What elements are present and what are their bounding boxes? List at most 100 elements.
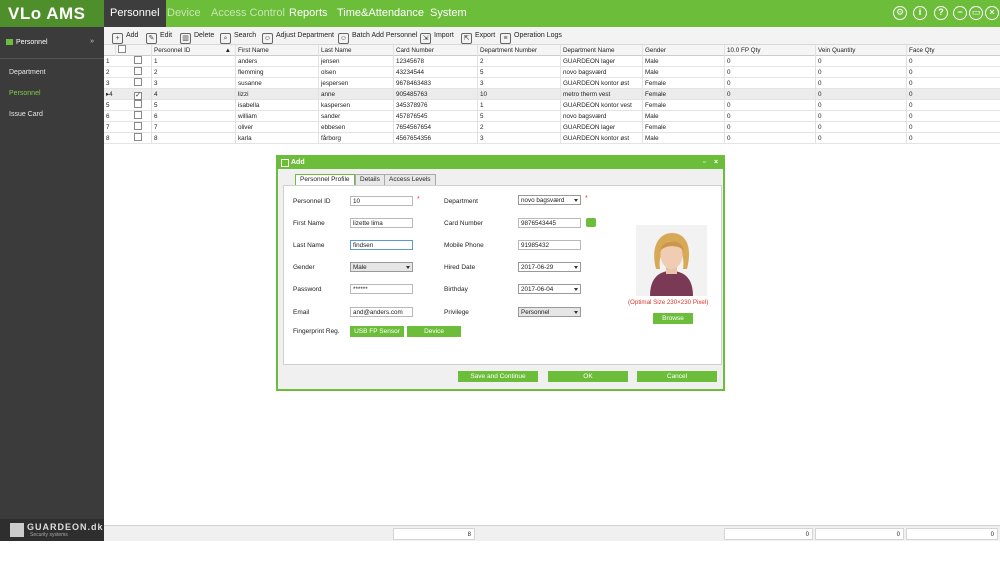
table-row[interactable]: 8 8 karla fårborg 4567654356 3 GUARDEON kontor… — [104, 133, 1000, 144]
col-gender[interactable]: Gender — [642, 45, 724, 56]
info-icon[interactable]: i — [913, 6, 927, 20]
col-personnel-id[interactable]: Personnel ID ▲ — [151, 45, 235, 56]
table-cell: anne — [318, 89, 393, 100]
app-logo-text: VLo AMS — [8, 4, 86, 23]
last-name-input[interactable]: findsen — [350, 240, 413, 250]
delete-button[interactable]: ▥ Delete — [180, 29, 214, 44]
tab-personnel-profile[interactable]: Personnel Profile — [295, 174, 355, 185]
menu-personnel[interactable]: Personnel — [104, 0, 166, 27]
card-number-input[interactable]: 9876543445 — [518, 218, 581, 228]
help-icon[interactable]: ? — [934, 6, 948, 20]
row-checkbox[interactable] — [134, 78, 142, 86]
save-and-continue-button[interactable]: Save and Continue — [458, 371, 538, 382]
row-checkbox[interactable] — [134, 100, 142, 108]
table-cell: 43234544 — [393, 67, 477, 78]
dialog-maximize-icon[interactable]: ▫ — [703, 157, 705, 169]
email-input[interactable]: and@anders.com — [350, 307, 413, 317]
password-input[interactable]: ****** — [350, 284, 413, 294]
privilege-select[interactable]: Personnel — [518, 307, 581, 317]
minimize-icon[interactable]: − — [953, 6, 967, 20]
menu-access-control[interactable]: Access Control — [211, 0, 285, 27]
sidebar-item-department[interactable]: Department — [0, 62, 104, 83]
table-row[interactable]: ▸4 ✓ 4 lizzi anne 905485763 10 metro therm vest… — [104, 89, 1000, 100]
operation-logs-button[interactable]: ≡ Operation Logs — [500, 29, 562, 44]
top-menu-bar: VLo AMS Personnel Device Access Control … — [0, 0, 1000, 27]
adjust-department-button[interactable]: ☺ Adjust Department — [262, 29, 334, 44]
table-row[interactable]: 6 6 william sander 457876545 5 novo bagsværd Ma… — [104, 111, 1000, 122]
hired-date-picker[interactable]: 2017-06-29 — [518, 262, 581, 272]
sidebar-item-issue-card[interactable]: Issue Card — [0, 104, 104, 125]
browse-button[interactable]: Browse — [653, 313, 693, 324]
usb-fp-sensor-button[interactable]: USB FP Sensor — [350, 326, 404, 337]
department-select[interactable]: novo bagsværd — [518, 195, 581, 205]
table-cell: 0 — [815, 133, 906, 144]
personnel-icon — [6, 39, 13, 45]
table-row[interactable]: 2 2 flemming olsen 43234544 5 novo bagsværd Mal… — [104, 67, 1000, 78]
gender-select[interactable]: Male — [350, 262, 413, 272]
col-first-name[interactable]: First Name — [235, 45, 318, 56]
col-face-qty[interactable]: Face Qty — [906, 45, 1000, 56]
edit-button[interactable]: ✎ Edit — [146, 29, 172, 44]
birthday-picker[interactable]: 2017-06-04 — [518, 284, 581, 294]
row-checkbox[interactable]: ✓ — [134, 92, 142, 100]
tab-access-levels[interactable]: Access Levels — [384, 174, 436, 185]
add-button[interactable]: + Add — [112, 29, 138, 44]
table-row[interactable]: 5 5 isabella kaspersen 345378976 1 GUARDEON ko… — [104, 100, 1000, 111]
dialog-close-icon[interactable]: × — [714, 157, 718, 169]
chevron-down-icon — [406, 266, 410, 269]
settings-icon[interactable]: ⚙ — [893, 6, 907, 20]
import-icon: ⇲ — [420, 33, 431, 44]
table-cell: 0 — [724, 89, 815, 100]
table-cell: 0 — [906, 89, 1000, 100]
row-checkbox[interactable] — [134, 56, 142, 64]
col-last-name[interactable]: Last Name — [318, 45, 393, 56]
table-cell: 10 — [477, 89, 560, 100]
sidebar-header[interactable]: Personnel » — [0, 27, 104, 59]
menu-time-attendance[interactable]: Time&Attendance — [337, 0, 424, 27]
table-cell: flemming — [235, 67, 318, 78]
row-checkbox[interactable] — [134, 67, 142, 75]
import-button[interactable]: ⇲ Import — [420, 29, 454, 44]
row-checkbox[interactable] — [134, 133, 142, 141]
row-number: 6 — [106, 113, 110, 120]
export-button[interactable]: ⇱ Export — [461, 29, 496, 44]
select-all-checkbox[interactable] — [118, 45, 126, 53]
col-department-name[interactable]: Department Name — [560, 45, 642, 56]
table-cell: 345378976 — [393, 100, 477, 111]
mobile-phone-input[interactable]: 91985432 — [518, 240, 581, 250]
sidebar-item-personnel[interactable]: Personnel — [0, 83, 104, 104]
first-name-input[interactable]: lizette lima — [350, 218, 413, 228]
table-cell: 6 — [151, 111, 235, 122]
tab-details[interactable]: Details — [355, 174, 385, 185]
col-department-number[interactable]: Department Number — [477, 45, 560, 56]
row-number: 3 — [106, 80, 110, 87]
cancel-button[interactable]: Cancel — [637, 371, 717, 382]
menu-reports[interactable]: Reports — [289, 0, 328, 27]
table-row[interactable]: 3 3 susanne jespersen 9678463483 3 GUARDEON ko… — [104, 78, 1000, 89]
row-checkbox[interactable] — [134, 111, 142, 119]
gender-label: Gender — [293, 264, 315, 271]
search-button[interactable]: ⌕ Search — [220, 29, 256, 44]
collapse-icon[interactable]: » — [90, 38, 94, 45]
menu-system[interactable]: System — [430, 0, 467, 27]
device-button[interactable]: Device — [407, 326, 461, 337]
restore-icon[interactable]: ▭ — [969, 6, 983, 20]
col-card-number[interactable]: Card Number — [393, 45, 477, 56]
table-cell: 0 — [815, 67, 906, 78]
password-label: Password — [293, 286, 322, 293]
table-cell: Female — [642, 78, 724, 89]
batch-add-button[interactable]: ☺ Batch Add Personnel — [338, 29, 417, 44]
card-reader-icon[interactable] — [586, 218, 596, 227]
personnel-id-input[interactable]: 10 — [350, 196, 413, 206]
export-label: Export — [475, 32, 496, 39]
required-mark: * — [585, 195, 588, 202]
table-row[interactable]: 7 7 oliver ebbesen 7654567654 2 GUARDEON lager… — [104, 122, 1000, 133]
table-row[interactable]: 1 1 anders jensen 12345678 2 GUARDEON lager Mal… — [104, 56, 1000, 67]
ok-button[interactable]: OK — [548, 371, 628, 382]
row-checkbox[interactable] — [134, 122, 142, 130]
close-icon[interactable]: × — [985, 6, 999, 20]
required-mark: * — [417, 196, 420, 203]
menu-device[interactable]: Device — [167, 0, 201, 27]
col-vein-quantity[interactable]: Vein Quantity — [815, 45, 906, 56]
col-fp-qty[interactable]: 10.0 FP Qty — [724, 45, 815, 56]
